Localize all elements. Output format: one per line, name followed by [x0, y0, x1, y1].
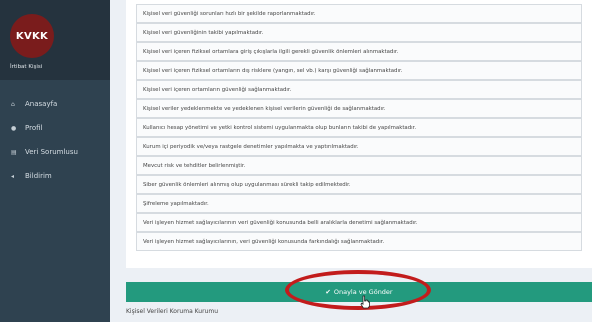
list-item: Veri işleyen hizmet sağlayıcılarının ver… [136, 213, 582, 232]
list-item: Şifreleme yapılmaktadır. [136, 194, 582, 213]
list-item: Kişisel veri içeren ortamların güvenliği… [136, 80, 582, 99]
list-item: Kişisel veri güvenliği sorunları hızlı b… [136, 4, 582, 23]
user-icon: ● [11, 124, 17, 132]
list-item: Kişisel veri içeren fiziksel ortamlara g… [136, 42, 582, 61]
logo-text: KVKK [15, 30, 49, 42]
list-item: Siber güvenlik önlemleri alınmış olup uy… [136, 175, 582, 194]
check-icon: ✔ [325, 288, 331, 296]
sidebar: KVKK İrtibat Kişisi ⌂ Anasayfa ● Profil … [0, 0, 110, 322]
list-item: Kişisel veri içeren fiziksel ortamların … [136, 61, 582, 80]
user-role-label: İrtibat Kişisi [10, 64, 43, 70]
document-icon: ▤ [11, 148, 17, 156]
submit-label: Onayla ve Gönder [333, 288, 393, 296]
sidebar-item-bildirim[interactable]: ◂ Bildirim [0, 164, 110, 188]
home-icon: ⌂ [11, 100, 15, 108]
sidebar-header: KVKK İrtibat Kişisi [0, 0, 110, 80]
sidebar-item-label: Bildirim [25, 172, 52, 180]
sidebar-item-anasayfa[interactable]: ⌂ Anasayfa [0, 92, 110, 116]
approve-and-send-button[interactable]: ✔ Onayla ve Gönder [126, 282, 592, 302]
list-item: Kişisel veri güvenliğinin takibi yapılma… [136, 23, 582, 42]
sidebar-item-profil[interactable]: ● Profil [0, 116, 110, 140]
sidebar-item-label: Anasayfa [25, 100, 58, 108]
list-item: Mevcut risk ve tehditler belirlenmiştir. [136, 156, 582, 175]
list-item: Kullanıcı hesap yönetimi ve yetki kontro… [136, 118, 582, 137]
sidebar-nav: ⌂ Anasayfa ● Profil ▤ Veri Sorumlusu ◂ B… [0, 92, 110, 188]
bell-icon: ◂ [11, 172, 15, 180]
sidebar-item-label: Veri Sorumlusu [25, 148, 78, 156]
sidebar-item-veri-sorumlusu[interactable]: ▤ Veri Sorumlusu [0, 140, 110, 164]
kvkk-logo[interactable]: KVKK [10, 14, 54, 58]
measures-panel: Kişisel veri güvenliği sorunları hızlı b… [126, 0, 592, 268]
list-item: Veri işleyen hizmet sağlayıcılarının, ve… [136, 232, 582, 251]
sidebar-item-label: Profil [25, 124, 43, 132]
list-item: Kişisel veriler yedeklenmekte ve yedekle… [136, 99, 582, 118]
list-item: Kurum içi periyodik ve/veya rastgele den… [136, 137, 582, 156]
footer-text: Kişisel Verileri Koruma Kurumu [126, 308, 219, 315]
